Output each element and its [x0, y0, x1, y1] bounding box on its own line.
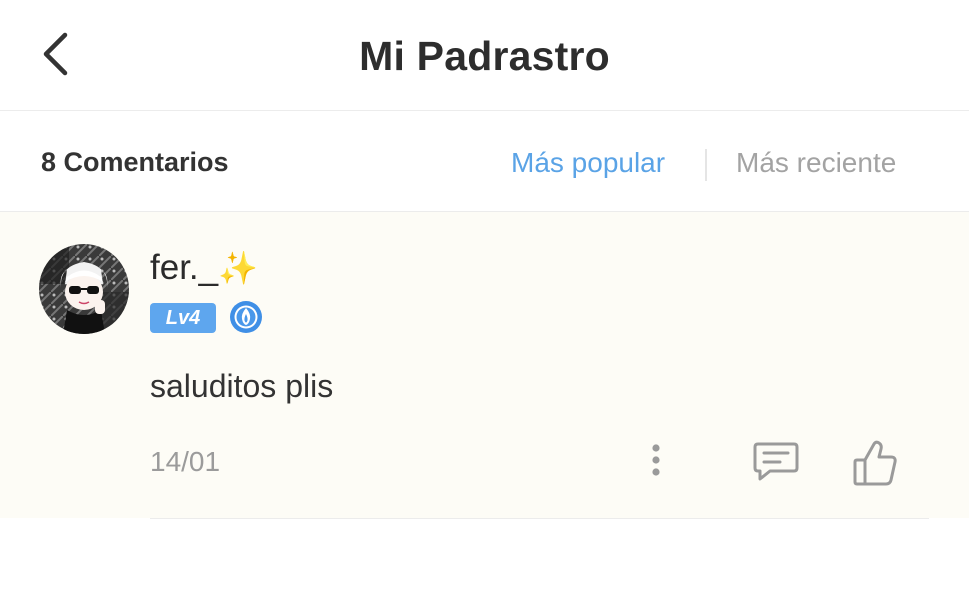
more-options-button[interactable]: [641, 440, 671, 490]
more-options-icon: [652, 444, 660, 476]
sort-most-popular-tab[interactable]: Más popular: [511, 147, 665, 179]
comment-item: fer._✨ Lv4 saluditos plis 14/01: [0, 212, 969, 518]
blue-flame-badge-icon: [229, 300, 263, 334]
comment-text: saluditos plis: [150, 368, 334, 404]
avatar[interactable]: [39, 244, 129, 334]
username-link[interactable]: fer._✨: [150, 248, 258, 288]
like-button[interactable]: [852, 438, 898, 488]
avatar-image: [39, 244, 129, 334]
top-bar: Mi Padrastro: [0, 0, 969, 111]
screen: Mi Padrastro 8 Comentarios Más popular M…: [0, 0, 969, 600]
like-icon: [853, 440, 897, 486]
sparkles-emoji: ✨: [218, 250, 258, 286]
reply-icon: [753, 442, 799, 481]
sort-most-recent-tab[interactable]: Más reciente: [736, 147, 896, 179]
level-badge: Lv4: [150, 303, 216, 333]
comments-sort-bar: 8 Comentarios Más popular Más reciente: [0, 111, 969, 212]
comment-divider: [150, 518, 929, 519]
comment-date: 14/01: [150, 446, 221, 477]
page-title: Mi Padrastro: [359, 33, 610, 79]
sort-divider: [705, 149, 707, 181]
reply-button[interactable]: [752, 438, 800, 486]
comment-count: 8 Comentarios: [41, 147, 229, 177]
username-text: fer._: [150, 248, 219, 287]
